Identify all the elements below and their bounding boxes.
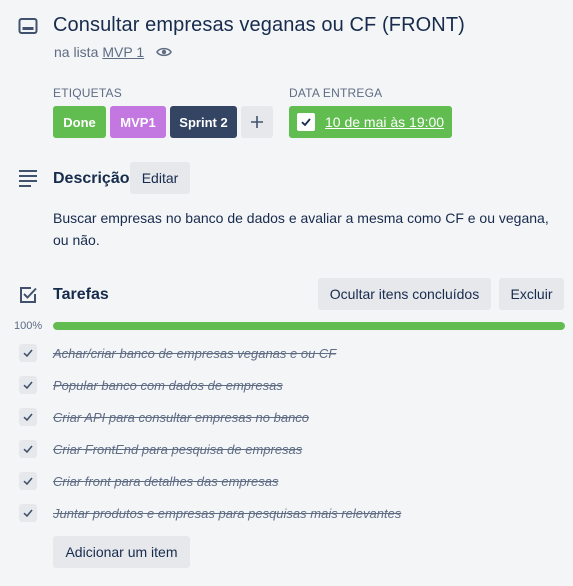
add-item-button[interactable]: Adicionar um item — [53, 536, 190, 568]
item-text[interactable]: Achar/criar banco de empresas veganas e … — [53, 346, 336, 361]
hide-completed-button[interactable]: Ocultar itens concluídos — [318, 278, 491, 310]
add-label-button[interactable] — [241, 106, 273, 138]
item-checkbox[interactable] — [19, 440, 37, 458]
plus-icon — [250, 115, 264, 129]
item-checkbox[interactable] — [19, 376, 37, 394]
label-done[interactable]: Done — [53, 106, 106, 138]
checkmark-icon — [22, 411, 34, 423]
labels-heading: ETIQUETAS — [53, 86, 122, 100]
progress-percent: 100% — [14, 320, 43, 332]
checklist-item: Juntar produtos e empresas para pesquisa… — [19, 503, 559, 523]
checklist-icon — [18, 285, 38, 305]
checklist-item: Criar front para detalhes das empresas — [19, 471, 559, 491]
checklist-item: Criar API para consultar empresas no ban… — [19, 407, 559, 427]
due-date-badge[interactable]: 10 de mai às 19:00 — [289, 106, 452, 138]
due-complete-checkbox[interactable] — [297, 113, 315, 131]
due-date-heading: DATA ENTREGA — [289, 86, 383, 100]
item-checkbox[interactable] — [19, 344, 37, 362]
checklist-item: Popular banco com dados de empresas — [19, 375, 559, 395]
description-title: Descrição — [53, 170, 130, 187]
checkmark-icon — [22, 379, 34, 391]
card-icon — [18, 16, 38, 36]
eye-icon[interactable] — [156, 44, 173, 60]
item-checkbox[interactable] — [19, 472, 37, 490]
checkmark-icon — [22, 507, 34, 519]
item-text[interactable]: Juntar produtos e empresas para pesquisa… — [53, 506, 401, 521]
description-icon — [18, 169, 38, 187]
progress-fill — [53, 322, 565, 330]
checkbox-checked-icon — [300, 116, 312, 128]
description-body[interactable]: Buscar empresas no banco de dados e aval… — [53, 207, 563, 251]
item-text[interactable]: Criar FrontEnd para pesquisa de empresas — [53, 442, 302, 457]
checkmark-icon — [22, 475, 34, 487]
checklist-title: Tarefas — [53, 286, 109, 303]
item-checkbox[interactable] — [19, 408, 37, 426]
list-prefix: na lista — [54, 44, 99, 60]
item-text[interactable]: Criar API para consultar empresas no ban… — [53, 410, 309, 425]
item-checkbox[interactable] — [19, 504, 37, 522]
checkmark-icon — [22, 347, 34, 359]
delete-checklist-button[interactable]: Excluir — [499, 278, 564, 310]
label-sprint-2[interactable]: Sprint 2 — [170, 106, 237, 138]
checkmark-icon — [22, 443, 34, 455]
item-text[interactable]: Criar front para detalhes das empresas — [53, 474, 278, 489]
checklist-item: Criar FrontEnd para pesquisa de empresas — [19, 439, 559, 459]
label-mvp1[interactable]: MVP1 — [110, 106, 166, 138]
due-date-text[interactable]: 10 de mai às 19:00 — [325, 114, 444, 130]
edit-description-button[interactable]: Editar — [130, 162, 190, 194]
card-title[interactable]: Consultar empresas veganas ou CF (FRONT) — [53, 14, 465, 37]
list-info: na lista MVP 1 — [54, 44, 173, 60]
list-link[interactable]: MVP 1 — [102, 44, 144, 60]
item-text[interactable]: Popular banco com dados de empresas — [53, 378, 283, 393]
progress-bar — [53, 322, 565, 330]
checklist-item: Achar/criar banco de empresas veganas e … — [19, 343, 559, 363]
